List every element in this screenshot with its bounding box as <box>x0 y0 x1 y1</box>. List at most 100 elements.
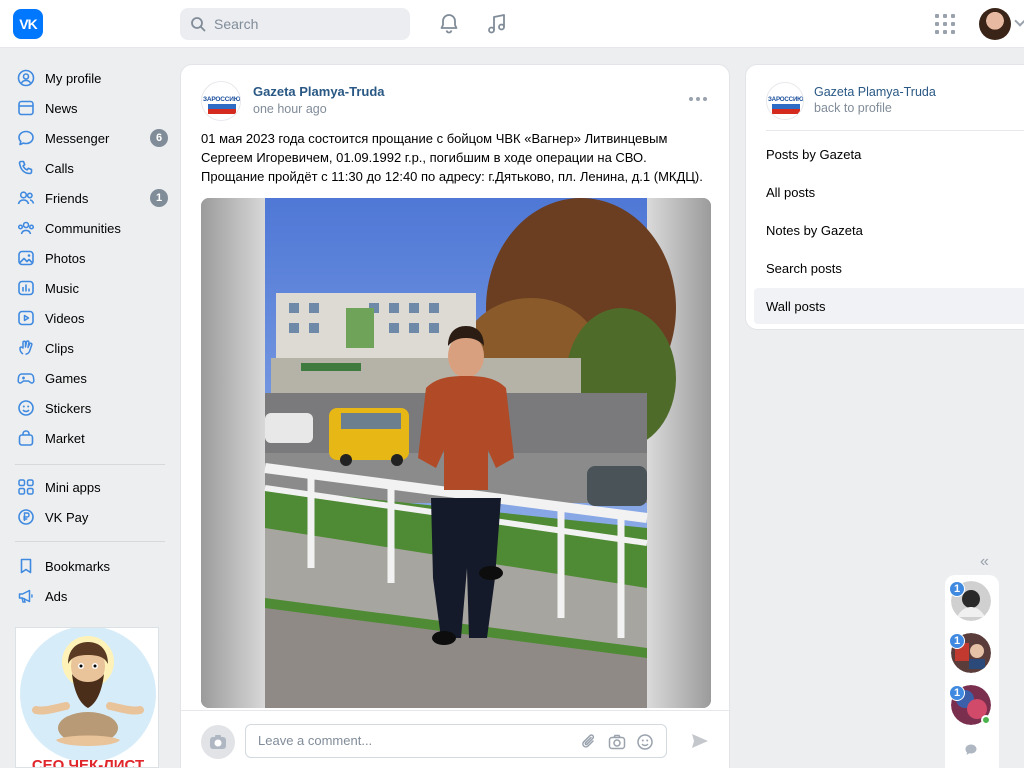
equalizer-icon <box>16 278 36 298</box>
chat-bubble-icon <box>16 128 36 148</box>
comment-field[interactable] <box>245 724 667 758</box>
more-options-icon[interactable] <box>689 97 707 101</box>
community-avatar-text: ЗАРОССИЮ <box>768 96 804 103</box>
bell-icon[interactable] <box>437 12 461 36</box>
community-avatar[interactable]: ЗАРОССИЮ <box>766 82 804 120</box>
community-name-link[interactable]: Gazeta Plamya-Truda <box>814 85 936 99</box>
chat-rail: 1 1 1 <box>945 575 999 768</box>
sidebar-divider <box>15 541 165 542</box>
sidebar-item-label: Music <box>45 280 79 296</box>
ad-banner-title: СЕО ЧЕК-ЛИСТ <box>16 760 158 767</box>
post-photo[interactable] <box>201 198 711 708</box>
sidebar-divider <box>15 464 165 465</box>
newspaper-icon <box>16 98 36 118</box>
sidebar-item-ads[interactable]: Ads <box>10 582 174 610</box>
sidebar-item-videos[interactable]: Videos <box>10 304 174 332</box>
sidebar-item-label: Clips <box>45 340 74 356</box>
sidebar-item-bookmarks[interactable]: Bookmarks <box>10 552 174 580</box>
music-note-icon[interactable] <box>485 12 509 36</box>
phone-icon <box>16 158 36 178</box>
ruble-coin-icon <box>16 507 36 527</box>
sidebar-item-music[interactable]: Music <box>10 274 174 302</box>
clips-hand-icon <box>16 338 36 358</box>
send-icon[interactable] <box>690 731 710 751</box>
community-avatar[interactable]: ЗАРОССИЮ <box>201 81 241 121</box>
sidebar-item-label: Friends <box>45 190 89 206</box>
paperclip-icon[interactable] <box>580 733 598 751</box>
sidebar-item-label: Messenger <box>45 130 110 146</box>
sidebar-item-vk-pay[interactable]: VK Pay <box>10 503 174 531</box>
sidebar-item-my-profile[interactable]: My profile <box>10 64 174 92</box>
user-avatar[interactable] <box>979 8 1011 40</box>
sidebar-item-label: Communities <box>45 220 121 236</box>
filter-wall-posts[interactable]: Wall posts <box>754 288 1024 324</box>
camera-icon <box>210 735 226 749</box>
camera-icon[interactable] <box>608 733 626 751</box>
community-avatar-text: ЗАРОССИЮ <box>203 96 241 103</box>
chat-unread-badge: 1 <box>949 581 965 597</box>
emoji-icon[interactable] <box>636 733 654 751</box>
chevron-down-icon[interactable] <box>1014 15 1024 27</box>
megaphone-icon <box>16 586 36 606</box>
panel-divider <box>766 130 1024 131</box>
group-icon <box>16 218 36 238</box>
bookmark-icon <box>16 556 36 576</box>
man-on-railing-photo <box>201 198 711 708</box>
post-text-line: Сергеем Игоревичем, 01.09.1992 г.р., пог… <box>201 150 647 165</box>
sidebar-item-communities[interactable]: Communities <box>10 214 174 242</box>
sidebar-item-messenger[interactable]: Messenger 6 <box>10 124 174 152</box>
sidebar-item-calls[interactable]: Calls <box>10 154 174 182</box>
sidebar-item-photos[interactable]: Photos <box>10 244 174 272</box>
sidebar-item-stickers[interactable]: Stickers <box>10 394 174 422</box>
sidebar-item-label: Games <box>45 370 87 386</box>
collapse-chats-icon[interactable]: « <box>980 553 989 571</box>
gamepad-icon <box>16 368 36 388</box>
sidebar-item-label: My profile <box>45 70 102 86</box>
search-icon <box>191 17 206 32</box>
sidebar-item-clips[interactable]: Clips <box>10 334 174 362</box>
wall-post: ЗАРОССИЮ Gazeta Plamya-Truda one hour ag… <box>180 64 731 768</box>
search-bar[interactable] <box>180 8 410 40</box>
smile-icon <box>16 398 36 418</box>
vk-logo[interactable]: VK <box>13 9 43 39</box>
sidebar-item-label: VK Pay <box>45 509 89 525</box>
play-video-icon <box>16 308 36 328</box>
sidebar-item-label: Mini apps <box>45 479 101 495</box>
unread-count-badge: 6 <box>150 129 168 147</box>
sidebar-item-label: Ads <box>45 588 68 604</box>
friends-count-badge: 1 <box>150 189 168 207</box>
people-icon <box>16 188 36 208</box>
sidebar-item-news[interactable]: News <box>10 94 174 122</box>
comment-input[interactable] <box>258 733 578 748</box>
chat-unread-badge: 1 <box>949 685 965 701</box>
sidebar-item-friends[interactable]: Friends 1 <box>10 184 174 212</box>
top-header: VK <box>0 0 1024 48</box>
post-text: 01 мая 2023 года состоится прощание с бо… <box>201 129 716 186</box>
ad-banner[interactable]: СЕО ЧЕК-ЛИСТ <box>15 627 159 768</box>
sidebar-item-mini-apps[interactable]: Mini apps <box>10 473 174 501</box>
sidebar-item-label: Photos <box>45 250 86 266</box>
commenter-avatar[interactable] <box>201 725 235 759</box>
back-to-profile-link[interactable]: back to profile <box>814 101 892 115</box>
apps-grid-icon[interactable] <box>935 14 955 34</box>
post-text-line: 01 мая 2023 года состоится прощание с бо… <box>201 131 668 146</box>
sidebar-item-label: Stickers <box>45 400 92 416</box>
profile-filter-panel: ЗАРОССИЮ Gazeta Plamya-Truda back to pro… <box>745 64 1024 330</box>
hermit-cartoon-image <box>16 628 158 767</box>
filter-posts-by-gazeta[interactable]: Posts by Gazeta <box>754 136 1024 172</box>
search-input[interactable] <box>214 16 404 32</box>
sidebar-item-market[interactable]: Market <box>10 424 174 452</box>
filter-search-posts[interactable]: Search posts <box>754 250 1024 286</box>
post-timestamp[interactable]: one hour ago <box>253 102 327 116</box>
image-icon <box>16 248 36 268</box>
filter-all-posts[interactable]: All posts <box>754 174 1024 210</box>
sidebar-item-label: News <box>45 100 78 116</box>
filter-notes-by-gazeta[interactable]: Notes by Gazeta <box>754 212 1024 248</box>
post-author-link[interactable]: Gazeta Plamya-Truda <box>253 84 385 99</box>
shopping-bag-icon <box>16 428 36 448</box>
sidebar-item-label: Market <box>45 430 85 446</box>
sidebar-item-games[interactable]: Games <box>10 364 174 392</box>
chat-bubble-icon[interactable] <box>964 743 978 757</box>
chat-unread-badge: 1 <box>949 633 965 649</box>
comment-composer <box>181 710 731 768</box>
